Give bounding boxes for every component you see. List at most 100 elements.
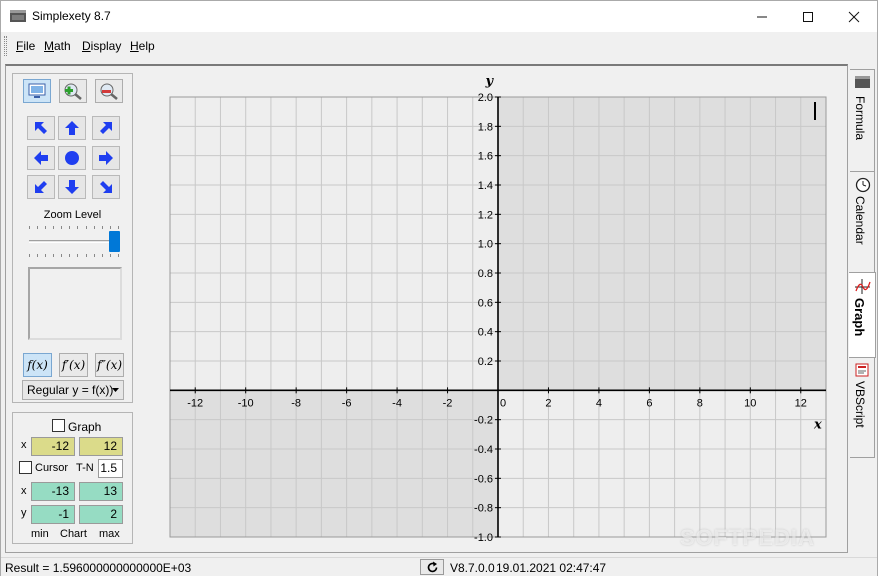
tn-label: T-N bbox=[76, 462, 94, 474]
arrow-up-icon bbox=[65, 121, 79, 135]
y-tick-label: 1.4 bbox=[478, 180, 493, 192]
center-button[interactable] bbox=[58, 146, 86, 170]
zoom-ticks-top bbox=[29, 226, 119, 229]
pan-down-right-button[interactable] bbox=[92, 175, 120, 199]
chart-x-label: x bbox=[21, 485, 27, 497]
window-title: Simplexety 8.7 bbox=[32, 9, 111, 23]
pan-up-button[interactable] bbox=[58, 116, 86, 140]
max-label: max bbox=[99, 528, 120, 540]
zoom-out-icon bbox=[100, 83, 118, 100]
graph-x-min-field[interactable]: -12 bbox=[31, 437, 75, 456]
app-window: Simplexety 8.7 File Math Display Help Zo… bbox=[0, 0, 878, 576]
tab-formula-label: Formula bbox=[853, 96, 867, 141]
x-tick-label: 2 bbox=[545, 397, 551, 409]
x-tick-label: 4 bbox=[596, 397, 602, 409]
x-tick-label: 10 bbox=[744, 397, 756, 409]
menu-math[interactable]: Math bbox=[44, 39, 71, 53]
arrow-up-left-icon bbox=[35, 122, 47, 134]
zoom-in-icon bbox=[64, 83, 82, 100]
status-bar: Result = 1.596000000000000E+03 V8.7.0.0 … bbox=[1, 557, 877, 576]
formula-tab-icon bbox=[855, 76, 870, 88]
second-derivative-button[interactable]: f″(x) bbox=[95, 353, 124, 377]
fit-screen-button[interactable] bbox=[23, 79, 51, 103]
x-tick-label: -12 bbox=[187, 397, 203, 409]
zoom-slider-thumb[interactable] bbox=[109, 231, 120, 252]
chart-y-label: y bbox=[21, 507, 27, 519]
arrow-down-icon bbox=[65, 180, 79, 194]
clock-icon bbox=[855, 177, 871, 193]
pan-right-button[interactable] bbox=[92, 146, 120, 170]
x-tick-label: 12 bbox=[795, 397, 807, 409]
chart-x-max-field[interactable]: 13 bbox=[79, 482, 123, 501]
tn-field[interactable]: 1.5 bbox=[98, 459, 123, 478]
refresh-button[interactable] bbox=[420, 559, 444, 575]
y-tick-label: 1.8 bbox=[478, 121, 493, 133]
pan-down-button[interactable] bbox=[58, 175, 86, 199]
navigation-panel: Zoom Level f(x) f′(x) f″(x) Regular y = … bbox=[12, 73, 133, 403]
y-axis-label: y bbox=[484, 74, 494, 89]
tab-graph-label: Graph bbox=[852, 298, 867, 337]
x-tick-label: -4 bbox=[392, 397, 402, 409]
center-dot-icon bbox=[65, 151, 79, 165]
side-tabs: Formula Calendar Graph VBScript bbox=[849, 63, 878, 463]
graph-x-max-field[interactable]: 12 bbox=[79, 437, 123, 456]
pan-down-left-button[interactable] bbox=[27, 175, 55, 199]
menu-grip bbox=[4, 36, 7, 56]
arrow-right-icon bbox=[99, 151, 113, 165]
zoom-out-button[interactable] bbox=[95, 79, 123, 103]
function-button[interactable]: f(x) bbox=[23, 353, 52, 377]
pan-left-button[interactable] bbox=[27, 146, 55, 170]
menu-file[interactable]: File bbox=[16, 39, 35, 53]
y-tick-label: 0.2 bbox=[478, 356, 493, 368]
refresh-icon bbox=[427, 561, 437, 572]
chart-y-max-field[interactable]: 2 bbox=[79, 505, 123, 524]
function-preview-box bbox=[28, 267, 122, 340]
y-tick-label: -0.2 bbox=[474, 415, 493, 427]
y-tick-label: -0.4 bbox=[474, 444, 493, 456]
cursor-checkbox-label: Cursor bbox=[35, 462, 69, 474]
pan-up-right-button[interactable] bbox=[92, 116, 120, 140]
graph-canvas[interactable]: -12 -10 -8 -6 -4 -2 0 2 4 6 8 10 12 2.0 1.8 1.6 1.4 1.2 1.… bbox=[151, 69, 841, 549]
tab-vbscript-label: VBScript bbox=[853, 381, 867, 428]
graph-tab-icon bbox=[855, 279, 871, 294]
range-panel: Graph x -12 12 Cursor T-N 1.5 x -13 13 y… bbox=[12, 412, 133, 544]
maximize-button[interactable] bbox=[785, 1, 831, 32]
chart-y-min-field[interactable]: -1 bbox=[31, 505, 75, 524]
chart-x-min-field[interactable]: -13 bbox=[31, 482, 75, 501]
chevron-down-icon bbox=[112, 388, 119, 392]
pan-up-left-button[interactable] bbox=[27, 116, 55, 140]
tab-calendar-label: Calendar bbox=[853, 196, 867, 245]
y-tick-label: 2.0 bbox=[478, 92, 493, 104]
first-derivative-button[interactable]: f′(x) bbox=[59, 353, 88, 377]
zoom-slider-track[interactable] bbox=[29, 240, 117, 243]
mode-dropdown-value: Regular y = f(x)) bbox=[27, 383, 114, 397]
shaded-quadrant-3 bbox=[170, 390, 498, 537]
x-tick-label: 0 bbox=[500, 397, 506, 409]
script-icon bbox=[855, 363, 869, 377]
tab-calendar[interactable]: Calendar bbox=[850, 171, 875, 273]
status-result: Result = 1.596000000000000E+03 bbox=[5, 561, 192, 575]
minimize-button[interactable] bbox=[739, 1, 785, 32]
x-tick-label: 6 bbox=[646, 397, 652, 409]
tab-formula[interactable]: Formula bbox=[850, 69, 875, 172]
zoom-in-button[interactable] bbox=[59, 79, 87, 103]
menu-help[interactable]: Help bbox=[130, 39, 155, 53]
status-version: V8.7.0.0 bbox=[450, 561, 495, 575]
cursor-checkbox[interactable] bbox=[19, 461, 32, 474]
y-tick-label: 1.0 bbox=[478, 239, 493, 251]
close-button[interactable] bbox=[831, 1, 877, 32]
title-bar: Simplexety 8.7 bbox=[1, 1, 877, 32]
app-icon bbox=[10, 10, 26, 22]
x-tick-label: -6 bbox=[342, 397, 352, 409]
tab-vbscript[interactable]: VBScript bbox=[850, 357, 875, 458]
screen-icon bbox=[28, 83, 46, 98]
zoom-level-label: Zoom Level bbox=[43, 209, 102, 221]
y-tick-label: 1.2 bbox=[478, 209, 493, 221]
mode-dropdown[interactable]: Regular y = f(x)) bbox=[22, 380, 124, 400]
arrow-down-right-icon bbox=[100, 181, 112, 193]
x-tick-label: -8 bbox=[291, 397, 301, 409]
graph-x-label: x bbox=[21, 439, 27, 451]
graph-checkbox[interactable] bbox=[52, 419, 65, 432]
menu-display[interactable]: Display bbox=[82, 39, 121, 53]
tab-graph[interactable]: Graph bbox=[849, 272, 876, 358]
